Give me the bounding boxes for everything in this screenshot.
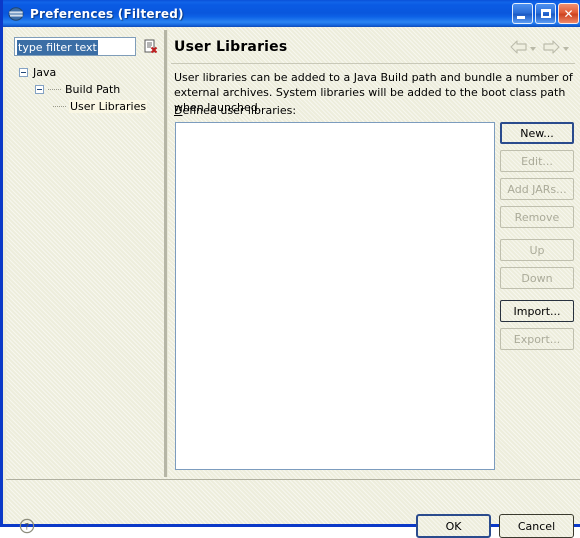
- eclipse-icon: [8, 6, 24, 22]
- preference-page: User Libraries User libraries can be add…: [169, 30, 577, 477]
- remove-button-label: Remove: [514, 210, 560, 224]
- add-jars-button[interactable]: Add JARs...: [500, 178, 574, 200]
- preferences-dialog: Preferences (Filtered) ✕ type filter tex…: [0, 0, 580, 538]
- add-jars-button-label: Add JARs...: [507, 182, 567, 196]
- chevron-down-icon[interactable]: [563, 46, 569, 51]
- page-title: User Libraries: [174, 39, 288, 55]
- svg-text:?: ?: [25, 523, 30, 533]
- import-button[interactable]: Import...: [500, 300, 574, 322]
- edit-button[interactable]: Edit...: [500, 150, 574, 172]
- new-button[interactable]: New...: [500, 122, 574, 144]
- panel-sash[interactable]: [164, 30, 168, 477]
- maximize-icon: [540, 9, 551, 18]
- close-icon: ✕: [563, 6, 574, 21]
- preference-tree[interactable]: Java Build Path User Libraries: [11, 64, 163, 115]
- library-action-buttons: New... Edit... Add JARs... Remove Up Dow…: [500, 122, 574, 356]
- user-libraries-list[interactable]: [175, 122, 495, 470]
- tree-connector-line: [53, 106, 66, 107]
- preference-tree-panel: type filter text Java Build Path User Li…: [11, 32, 163, 475]
- filter-input-value: type filter text: [17, 40, 98, 55]
- up-button-label: Up: [529, 243, 545, 257]
- up-button[interactable]: Up: [500, 239, 574, 261]
- new-button-label: New...: [520, 126, 554, 140]
- maximize-button[interactable]: [535, 3, 556, 24]
- arrow-right-icon[interactable]: [543, 40, 560, 57]
- cancel-button[interactable]: Cancel: [499, 514, 574, 538]
- import-button-label: Import...: [513, 304, 561, 318]
- export-button[interactable]: Export...: [500, 328, 574, 350]
- minimize-button[interactable]: [512, 3, 533, 24]
- export-button-label: Export...: [513, 332, 561, 346]
- sidebar-item-build-path[interactable]: Build Path: [11, 81, 163, 98]
- navigation-arrows: [510, 40, 573, 57]
- down-button-label: Down: [521, 271, 553, 285]
- cancel-button-label: Cancel: [517, 519, 556, 533]
- search-input[interactable]: type filter text: [14, 37, 136, 56]
- window-control-buttons: ✕: [512, 3, 579, 24]
- title-separator: [171, 63, 575, 64]
- help-question-icon[interactable]: ?: [19, 518, 35, 534]
- clear-filter-icon[interactable]: [142, 38, 159, 55]
- dialog-body: type filter text Java Build Path User Li…: [6, 27, 580, 538]
- minimize-icon: [517, 16, 525, 19]
- close-button[interactable]: ✕: [558, 3, 579, 24]
- collapse-icon[interactable]: [35, 85, 44, 94]
- remove-button[interactable]: Remove: [500, 206, 574, 228]
- window-title: Preferences (Filtered): [30, 6, 184, 21]
- sidebar-item-java[interactable]: Java: [11, 64, 163, 81]
- down-button[interactable]: Down: [500, 267, 574, 289]
- edit-button-label: Edit...: [521, 154, 553, 168]
- defined-libraries-label: Defined user libraries:: [174, 104, 296, 117]
- ok-button[interactable]: OK: [416, 514, 491, 538]
- title-bar[interactable]: Preferences (Filtered) ✕: [3, 0, 580, 27]
- footer-separator: [6, 479, 580, 480]
- sidebar-item-label: Java: [33, 66, 57, 79]
- sidebar-item-label: Build Path: [65, 83, 121, 96]
- tree-connector-line: [48, 89, 61, 90]
- chevron-down-icon[interactable]: [530, 46, 536, 51]
- sidebar-item-user-libraries[interactable]: User Libraries: [11, 98, 163, 115]
- filter-row: type filter text: [14, 37, 160, 59]
- collapse-icon[interactable]: [19, 68, 28, 77]
- label-rest: efined user libraries:: [182, 104, 297, 117]
- arrow-left-icon[interactable]: [510, 40, 527, 57]
- ok-button-label: OK: [445, 519, 462, 533]
- sidebar-item-label: User Libraries: [69, 100, 148, 113]
